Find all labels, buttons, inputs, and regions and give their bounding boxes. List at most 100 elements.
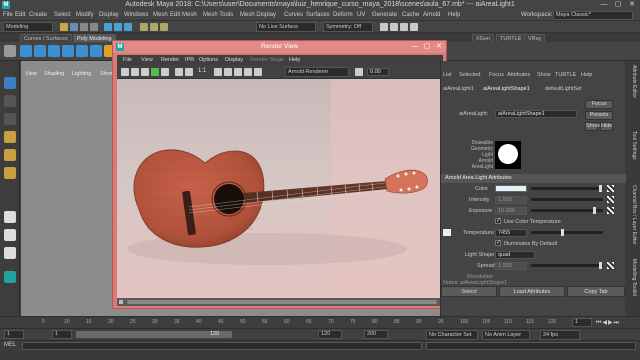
viewport-menu-shading[interactable]: Shading: [44, 71, 64, 77]
range-start-field[interactable]: 1: [52, 330, 72, 339]
ratio-label[interactable]: 1:1: [198, 68, 206, 74]
menu-mesh[interactable]: Mesh: [153, 11, 168, 20]
command-language[interactable]: MEL: [4, 342, 16, 348]
temperature-slider-knob[interactable]: [561, 229, 564, 236]
menu-cache[interactable]: Cache: [402, 11, 419, 20]
snap-point-icon[interactable]: [160, 23, 168, 31]
rv-menu-display[interactable]: Display: [225, 56, 243, 64]
render-view-titlebar[interactable]: M Render View — ▢ ✕: [113, 41, 446, 53]
maximize-button[interactable]: ▢: [611, 0, 625, 10]
spread-field[interactable]: 1.000: [495, 262, 527, 270]
presets-button[interactable]: Presets: [585, 111, 613, 120]
poly-torus-icon[interactable]: [76, 45, 88, 57]
render-region-icon[interactable]: [151, 68, 159, 76]
live-surface-field[interactable]: No Live Surface: [256, 22, 316, 32]
fit-icon[interactable]: [175, 68, 183, 76]
exposure-value-field[interactable]: 10.000: [495, 207, 527, 215]
time-slider[interactable]: 5 10 15 20 25 30 35 40 45 50 55 60 65 70 75 80 85 90 95 100…: [0, 316, 640, 328]
viewport-menu-lighting[interactable]: Lighting: [72, 71, 91, 77]
display-rgb-icon[interactable]: [214, 68, 222, 76]
range-end-field[interactable]: 120: [318, 330, 342, 339]
ae-tab-focus[interactable]: Focus: [489, 72, 504, 78]
node-tab-lightset[interactable]: defaultLightSet: [545, 86, 582, 92]
menu-deform[interactable]: Deform: [333, 11, 353, 20]
render-current-frame-icon[interactable]: [380, 23, 388, 31]
snap-grid-icon[interactable]: [140, 23, 148, 31]
select-tool-icon[interactable]: [4, 77, 16, 89]
poly-cone-icon[interactable]: [62, 45, 74, 57]
poly-sphere-icon[interactable]: [20, 45, 32, 57]
copy-tab-button[interactable]: Copy Tab: [567, 286, 625, 297]
rotate-tool-icon[interactable]: [4, 149, 16, 161]
shelf-tab-poly-modeling[interactable]: Poly Modeling: [73, 34, 116, 42]
select-hierarchy-icon[interactable]: [104, 23, 112, 31]
anim-end-field[interactable]: 200: [364, 330, 388, 339]
menu-edit-mesh[interactable]: Edit Mesh: [170, 11, 197, 20]
close-button[interactable]: ✕: [625, 0, 639, 10]
node-tab-ailightshape[interactable]: aiAreaLightShape1: [483, 86, 530, 92]
menu-help[interactable]: Help: [448, 11, 460, 20]
menu-curves[interactable]: Curves: [284, 11, 303, 20]
select-object-icon[interactable]: [114, 23, 122, 31]
rv-menu-render[interactable]: Render: [161, 56, 179, 64]
scroll-thumb[interactable]: [127, 300, 437, 304]
rv-minimize-button[interactable]: —: [410, 42, 420, 52]
spread-slider[interactable]: [531, 264, 603, 267]
menu-create[interactable]: Create: [29, 11, 47, 20]
paint-select-icon[interactable]: [4, 113, 16, 125]
hypershade-icon[interactable]: [410, 23, 418, 31]
menu-mesh-display[interactable]: Mesh Display: [240, 11, 276, 20]
start-frame-field[interactable]: 1: [4, 330, 24, 339]
render-view-scrollbar[interactable]: [117, 298, 443, 306]
render-settings-icon[interactable]: [400, 23, 408, 31]
show-button[interactable]: Show: [585, 122, 600, 131]
command-input[interactable]: [22, 342, 422, 350]
anim-layer-dropdown[interactable]: No Anim Layer: [482, 330, 530, 340]
side-tab-tool-settings[interactable]: Tool Settings: [629, 131, 637, 181]
four-view-layout-icon[interactable]: [4, 229, 16, 241]
keep-image-icon[interactable]: [161, 68, 169, 76]
rv-close-button[interactable]: ✕: [434, 42, 444, 52]
snapshot-icon[interactable]: [141, 68, 149, 76]
rv-menu-ipr[interactable]: IPR: [185, 56, 194, 64]
menu-edit[interactable]: Edit: [15, 11, 25, 20]
menu-surfaces[interactable]: Surfaces: [306, 11, 330, 20]
exposure-map-icon[interactable]: [607, 207, 614, 214]
fps-dropdown[interactable]: 24 fps: [540, 330, 580, 340]
symmetry-dropdown[interactable]: Symmetry: Off: [323, 22, 373, 32]
temperature-slider[interactable]: [531, 231, 603, 234]
shelf-tab-vray[interactable]: VRay: [524, 34, 546, 42]
color-swatch[interactable]: [495, 185, 527, 192]
ae-tab-list[interactable]: List: [443, 72, 452, 78]
ae-tab-help[interactable]: Help: [581, 72, 592, 78]
select-button[interactable]: Select: [441, 286, 497, 297]
minimize-button[interactable]: —: [597, 0, 611, 10]
light-shape-dropdown[interactable]: quad: [495, 251, 535, 259]
intensity-slider[interactable]: [531, 198, 603, 201]
side-tab-channel-box[interactable]: Channel Box / Layer Editor: [629, 185, 637, 255]
zoom-icon[interactable]: [185, 68, 193, 76]
workspace-dropdown[interactable]: Maya Classic*: [553, 11, 633, 20]
ae-tab-selected[interactable]: Selected: [459, 72, 480, 78]
poly-cylinder-icon[interactable]: [48, 45, 60, 57]
ae-tab-show[interactable]: Show: [537, 72, 551, 78]
shelf-tab-xgen[interactable]: XGen: [472, 34, 495, 42]
menu-arnold[interactable]: Arnold: [423, 11, 440, 20]
redo-render-icon[interactable]: [121, 68, 129, 76]
use-color-temperature-checkbox[interactable]: ✓: [495, 218, 501, 224]
redo-icon[interactable]: [90, 23, 98, 31]
snap-curve-icon[interactable]: [150, 23, 158, 31]
select-component-icon[interactable]: [124, 23, 132, 31]
poly-cube-icon[interactable]: [34, 45, 46, 57]
ipr-render-icon[interactable]: [390, 23, 398, 31]
exposure-icon[interactable]: [355, 68, 363, 76]
poly-plane-icon[interactable]: [90, 45, 102, 57]
menu-uv[interactable]: UV: [357, 11, 365, 20]
color-slider[interactable]: [531, 187, 603, 190]
renderer-dropdown[interactable]: Arnold Renderer: [285, 67, 349, 77]
move-tool-icon[interactable]: [4, 131, 16, 143]
exposure-field[interactable]: 0.00: [367, 68, 389, 76]
viewport-menu-view[interactable]: View: [25, 71, 37, 77]
scale-tool-icon[interactable]: [4, 167, 16, 179]
temperature-field[interactable]: 7455: [495, 229, 527, 237]
